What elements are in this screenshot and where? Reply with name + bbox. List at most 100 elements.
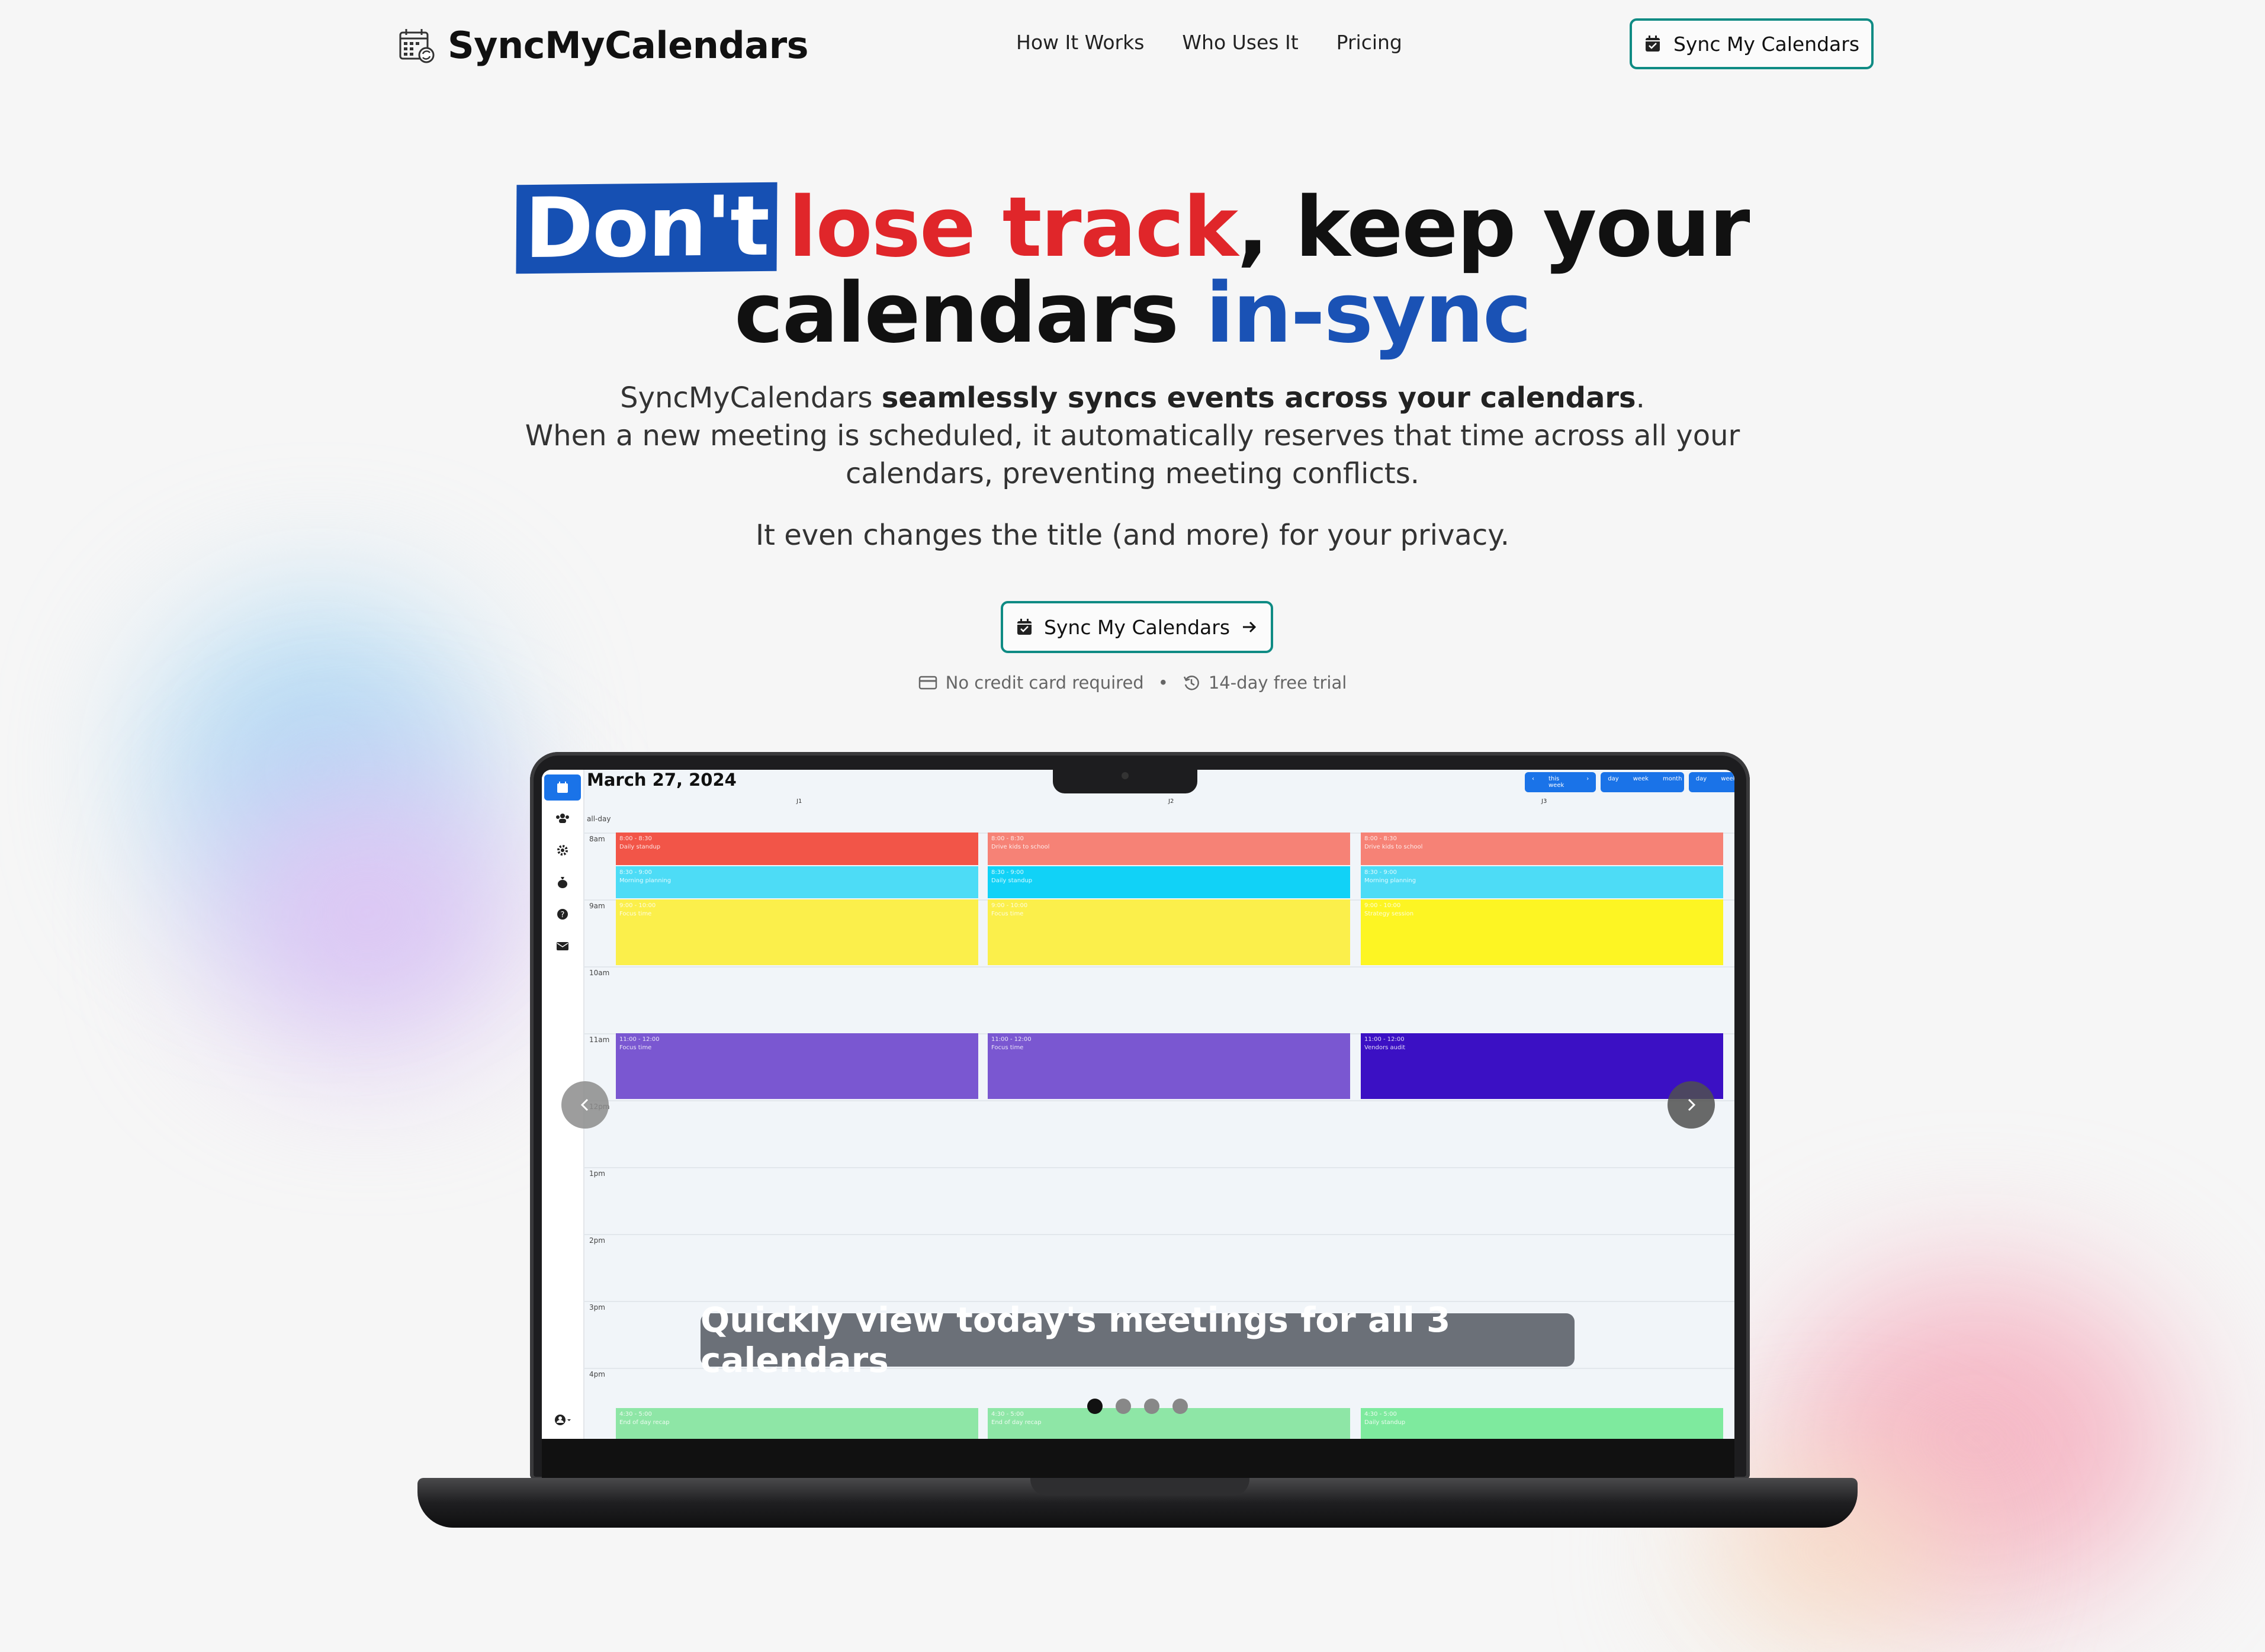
- hero-headline-line1: Don't lose track, keep your: [0, 178, 2265, 277]
- main-nav: How It Works Who Uses It Pricing: [1016, 31, 1402, 54]
- event-time: 4:30 - 5:00: [1364, 1410, 1397, 1418]
- event-time: 11:00 - 12:00: [619, 1036, 660, 1043]
- hero-headline-line2: calendars in-sync: [0, 269, 2265, 358]
- calendar-event[interactable]: 11:00 - 12:00 Focus time: [988, 1033, 1350, 1099]
- laptop-base-notch: [1030, 1478, 1249, 1496]
- carousel-dot[interactable]: [1172, 1399, 1188, 1414]
- help-icon[interactable]: ?: [544, 901, 581, 927]
- users-icon[interactable]: [544, 805, 581, 831]
- hero-privacy-note: It even changes the title (and more) for…: [755, 519, 1510, 552]
- money-bag-icon[interactable]: [544, 869, 581, 895]
- hour-gridline: [583, 966, 1734, 968]
- view-day-button-2[interactable]: day: [1689, 772, 1714, 792]
- calendar-event[interactable]: 9:00 - 10:00 Strategy session: [1361, 899, 1723, 965]
- chevron-left-icon: [580, 1098, 589, 1111]
- time-label: 2pm: [589, 1236, 605, 1245]
- calendar-event[interactable]: 4:30 - 5:00 Daily standup: [1361, 1407, 1723, 1439]
- this-week-button[interactable]: this week: [1541, 772, 1579, 792]
- nav-who-uses-it[interactable]: Who Uses It: [1182, 31, 1298, 54]
- calendar-event[interactable]: 8:30 - 9:00 Morning planning: [616, 866, 978, 898]
- view-group-2: day week: [1688, 772, 1734, 792]
- calendar-event[interactable]: 9:00 - 10:00 Focus time: [616, 899, 978, 965]
- week-nav-group: ‹ this week ›: [1525, 772, 1596, 792]
- nav-pricing[interactable]: Pricing: [1336, 31, 1402, 54]
- svg-text:?: ?: [561, 911, 565, 920]
- calendar-check-icon: [1645, 36, 1660, 52]
- calendar-event[interactable]: 8:30 - 9:00 Morning planning: [1361, 866, 1723, 898]
- event-time: 11:00 - 12:00: [991, 1036, 1032, 1043]
- separator-dot: •: [1158, 673, 1168, 693]
- calendar-sync-icon: [399, 28, 435, 63]
- calendar-event[interactable]: 11:00 - 12:00 Focus time: [616, 1033, 978, 1099]
- time-label: 10am: [589, 969, 610, 977]
- day-header-3: J3: [1541, 798, 1547, 805]
- view-month-button[interactable]: month: [1656, 772, 1684, 792]
- event-time: 9:00 - 10:00: [619, 902, 656, 909]
- carousel-next-button[interactable]: [1668, 1081, 1715, 1129]
- sub1-end: .: [1636, 381, 1645, 414]
- event-title: Morning planning: [1364, 877, 1416, 884]
- camera-lens: [1122, 772, 1129, 779]
- prev-week-button[interactable]: ‹: [1525, 772, 1541, 792]
- trial-info: No credit card required • 14-day free tr…: [0, 673, 2265, 693]
- free-trial-text: 14-day free trial: [1208, 673, 1347, 693]
- calendar-event[interactable]: 8:30 - 9:00 Daily standup: [988, 866, 1350, 898]
- calendar-event[interactable]: 11:00 - 12:00 Vendors audit: [1361, 1033, 1723, 1099]
- carousel-dot[interactable]: [1087, 1399, 1103, 1414]
- next-week-button[interactable]: ›: [1579, 772, 1596, 792]
- brand-name: SyncMyCalendars: [448, 24, 809, 67]
- view-week-button-2[interactable]: week: [1714, 772, 1734, 792]
- calendar-event[interactable]: 8:00 - 8:30 Drive kids to school: [1361, 833, 1723, 865]
- headline-lose-track: lose track: [788, 179, 1238, 276]
- calendar-event[interactable]: 8:00 - 8:30 Drive kids to school: [988, 833, 1350, 865]
- bg-blob-purple: [213, 770, 521, 1054]
- main-sync-button[interactable]: Sync My Calendars: [1001, 601, 1273, 653]
- time-label: 1pm: [589, 1169, 605, 1178]
- headline-insync: in-sync: [1205, 265, 1532, 362]
- carousel-prev-button[interactable]: [561, 1081, 609, 1129]
- credit-card-icon: [918, 676, 937, 690]
- calendar-icon[interactable]: [544, 774, 581, 801]
- event-time: 4:30 - 5:00: [619, 1410, 652, 1418]
- event-time: 8:30 - 9:00: [991, 869, 1024, 876]
- calendar-toolbar: ‹ this week › day week month day week: [1525, 772, 1734, 792]
- event-title: Focus time: [619, 911, 652, 917]
- event-title: Daily standup: [1364, 1419, 1406, 1426]
- calendar-event[interactable]: 9:00 - 10:00 Focus time: [988, 899, 1350, 965]
- carousel-dot[interactable]: [1144, 1399, 1159, 1414]
- sub1-plain: SyncMyCalendars: [620, 381, 882, 414]
- hero-subtitle-3: calendars, preventing meeting conflicts.: [846, 457, 1419, 490]
- event-title: Daily standup: [991, 877, 1033, 884]
- header-sync-button[interactable]: Sync My Calendars: [1630, 18, 1874, 69]
- sub1-bold: seamlessly syncs events across your cale…: [881, 381, 1636, 414]
- hour-gridline: [583, 1234, 1734, 1235]
- site-header: SyncMyCalendars How It Works Who Uses It…: [0, 0, 2265, 95]
- headline-dont: Don't: [516, 178, 777, 277]
- chevron-right-icon: [1688, 1098, 1696, 1111]
- event-time: 9:00 - 10:00: [1364, 902, 1401, 909]
- hero-subtitle-2: When a new meeting is scheduled, it auto…: [525, 419, 1740, 452]
- hero-subtitle-1: SyncMyCalendars seamlessly syncs events …: [0, 379, 2265, 417]
- envelope-icon[interactable]: [544, 933, 581, 959]
- event-time: 8:30 - 9:00: [1364, 869, 1397, 876]
- account-icon[interactable]: [544, 1407, 581, 1433]
- view-week-button[interactable]: week: [1626, 772, 1656, 792]
- calendar-event[interactable]: 4:30 - 5:00 End of day recap: [616, 1407, 978, 1439]
- hour-gridline: [583, 1100, 1734, 1101]
- logo[interactable]: SyncMyCalendars: [398, 24, 809, 67]
- event-title: Drive kids to school: [1364, 844, 1423, 850]
- event-time: 8:00 - 8:30: [1364, 835, 1397, 842]
- carousel-caption: Quickly view today's meetings for all 3 …: [701, 1300, 1575, 1380]
- gear-icon[interactable]: [544, 837, 581, 863]
- event-time: 11:00 - 12:00: [1364, 1036, 1405, 1043]
- calendar-event[interactable]: 8:00 - 8:30 Daily standup: [616, 833, 978, 865]
- nav-how-it-works[interactable]: How It Works: [1016, 31, 1144, 54]
- event-time: 8:00 - 8:30: [991, 835, 1024, 842]
- main-sync-label: Sync My Calendars: [1043, 615, 1231, 639]
- view-day-button[interactable]: day: [1601, 772, 1625, 792]
- header-sync-label: Sync My Calendars: [1673, 32, 1860, 56]
- allday-label: all-day: [587, 815, 611, 823]
- carousel-dot[interactable]: [1116, 1399, 1131, 1414]
- event-title: End of day recap: [991, 1419, 1042, 1426]
- time-label: 3pm: [589, 1303, 605, 1312]
